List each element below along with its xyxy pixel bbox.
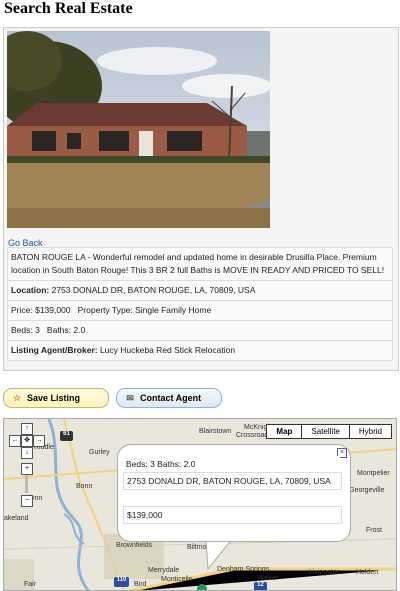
- zoom-slider-track[interactable]: [25, 475, 28, 493]
- agent-value: Lucy Huckeba Red Stick Relocation: [99, 345, 236, 355]
- map-label: Georgeville: [349, 487, 385, 494]
- save-listing-button[interactable]: ☆ Save Listing: [3, 388, 109, 408]
- map-label: Walker: [257, 575, 279, 582]
- map-label: Monticello: [161, 576, 193, 583]
- bubble-price: $139,000: [123, 506, 342, 524]
- listing-details: BATON ROUGE LA - Wonderful remodel and u…: [7, 247, 393, 361]
- route-shield: 110: [114, 577, 129, 587]
- map-label: Livingston: [309, 569, 341, 576]
- route-shield: 12: [254, 582, 267, 590]
- envelope-icon: ✉: [126, 392, 134, 403]
- pan-up-button[interactable]: ↑: [21, 423, 33, 435]
- map-type-switcher: Map Satellite Hybrid: [266, 424, 392, 439]
- price-text: Price: $139,000: [11, 305, 71, 315]
- map-label: Merrydale: [148, 567, 180, 574]
- bubble-address: 2753 DONALD DR, BATON ROUGE, LA, 70809, …: [123, 472, 342, 490]
- map-label: Frost: [366, 527, 382, 534]
- beds-text: Beds: 3: [11, 325, 40, 335]
- map-label: Holden: [356, 569, 379, 576]
- map-label: Bird: [134, 581, 147, 588]
- map-label: Bonn: [76, 483, 93, 490]
- contact-agent-label: Contact Agent: [140, 393, 202, 403]
- location-map[interactable]: McKnight Crossroads Blairstown Riddle Gu…: [3, 418, 397, 591]
- save-listing-label: Save Listing: [27, 393, 81, 403]
- pan-left-button[interactable]: ←: [9, 435, 21, 447]
- listing-card: Go Back BATON ROUGE LA - Wonderful remod…: [3, 27, 399, 371]
- location-value: 2753 DONALD DR, BATON ROUGE, LA, 70809, …: [51, 285, 256, 295]
- map-type-hybrid[interactable]: Hybrid: [348, 425, 391, 438]
- zoom-in-button[interactable]: +: [21, 463, 33, 475]
- info-bubble: × Beds: 3 Baths: 2.0 2753 DONALD DR, BAT…: [117, 444, 351, 542]
- baths-text: Baths: 2.0: [46, 325, 86, 335]
- property-photo: [7, 31, 270, 228]
- map-label: Gurley: [89, 449, 110, 456]
- map-label: Fair: [24, 581, 37, 588]
- description-row: BATON ROUGE LA - Wonderful remodel and u…: [7, 247, 393, 281]
- contact-agent-button[interactable]: ✉ Contact Agent: [116, 388, 222, 408]
- map-type-satellite[interactable]: Satellite: [301, 425, 348, 438]
- pan-right-button[interactable]: →: [33, 435, 45, 447]
- property-type-text: Property Type: Single Family Home: [77, 305, 212, 315]
- page-title: Search Real Estate: [4, 0, 133, 17]
- map-type-map[interactable]: Map: [267, 425, 301, 438]
- description-text: BATON ROUGE LA - Wonderful remodel and u…: [11, 252, 385, 275]
- price-row: Price: $139,000 Property Type: Single Fa…: [7, 301, 393, 321]
- location-label: Location:: [11, 285, 50, 295]
- map-label: Montpelier: [357, 470, 390, 477]
- map-label: Blairstown: [199, 428, 232, 435]
- beds-baths-row: Beds: 3 Baths: 2.0: [7, 321, 393, 341]
- pan-center-button[interactable]: ✥: [21, 435, 33, 447]
- agent-label: Listing Agent/Broker:: [11, 345, 98, 355]
- map-label: Brownfields: [116, 542, 153, 549]
- agent-row: Listing Agent/Broker: Lucy Huckeba Red S…: [7, 341, 393, 361]
- pan-down-button[interactable]: ↓: [21, 447, 33, 459]
- star-icon: ☆: [12, 392, 22, 403]
- bubble-tail: [205, 539, 233, 571]
- bubble-beds-baths: Beds: 3 Baths: 2.0: [123, 456, 340, 472]
- zoom-out-button[interactable]: −: [21, 495, 33, 507]
- location-row: Location: 2753 DONALD DR, BATON ROUGE, L…: [7, 281, 393, 301]
- route-shield: 61: [60, 431, 73, 441]
- map-label: akeland: [4, 515, 29, 522]
